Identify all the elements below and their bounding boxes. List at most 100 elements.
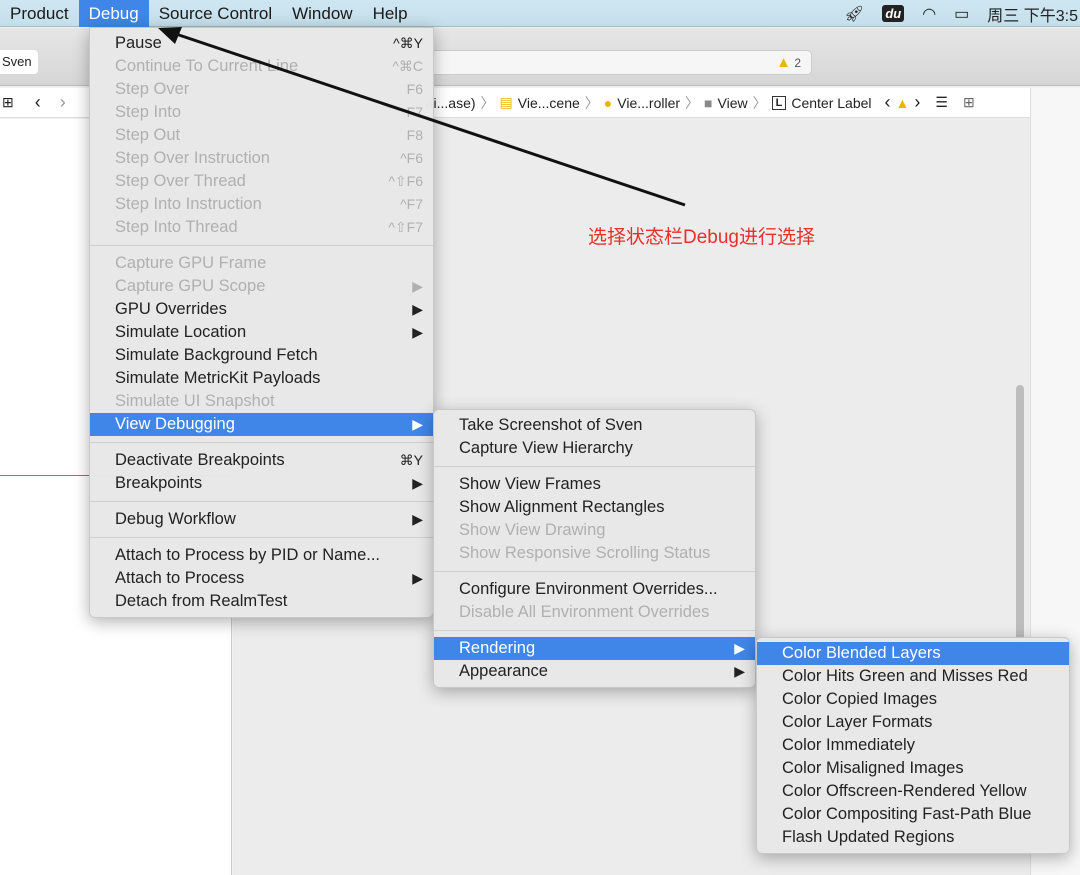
status-area: 🚀︎ du ◠ ▭ 周三 下午3:5 bbox=[844, 0, 1080, 27]
menu-source-control[interactable]: Source Control bbox=[149, 0, 282, 27]
menu-item[interactable]: Step Into Thread ^⇧F7 bbox=[90, 216, 433, 239]
shortcut: ^⇧F7 bbox=[388, 219, 423, 235]
crumb[interactable]: Vie...cene bbox=[518, 95, 580, 111]
menu-window[interactable]: Window bbox=[282, 0, 362, 27]
crumb[interactable]: Vie...roller bbox=[617, 95, 680, 111]
menu-debug[interactable]: Debug bbox=[78, 0, 149, 27]
menu-item-label: Color Misaligned Images bbox=[782, 759, 964, 777]
menu-item-label: Flash Updated Regions bbox=[782, 828, 955, 846]
menu-separator bbox=[90, 537, 433, 538]
menu-item-label: Color Copied Images bbox=[782, 690, 937, 708]
menu-product[interactable]: Product bbox=[0, 0, 79, 27]
menu-item[interactable]: Color Copied Images bbox=[757, 688, 1069, 711]
warning-indicator[interactable]: ▲ 2 bbox=[776, 54, 801, 71]
menu-help[interactable]: Help bbox=[363, 0, 418, 27]
menu-item-label: Step Into Instruction bbox=[115, 195, 262, 213]
menu-item[interactable]: Capture GPU Scope ▶ bbox=[90, 275, 433, 298]
menu-item-label: Capture GPU Scope bbox=[115, 277, 266, 295]
menu-item[interactable]: Attach to Process ▶ bbox=[90, 567, 433, 590]
prev-issue-icon[interactable]: ‹ bbox=[885, 92, 891, 113]
menu-item[interactable]: Continue To Current Line ^⌘C bbox=[90, 55, 433, 78]
menu-item[interactable]: Appearance ▶ bbox=[434, 660, 755, 683]
menu-item[interactable]: Configure Environment Overrides... bbox=[434, 578, 755, 601]
menu-separator bbox=[90, 501, 433, 502]
menu-item[interactable]: Rendering ▶ bbox=[434, 637, 755, 660]
add-editor-icon[interactable]: ⊞ bbox=[963, 94, 975, 111]
back-icon[interactable]: ‹ bbox=[35, 92, 41, 113]
menu-item-label: Show Responsive Scrolling Status bbox=[459, 544, 711, 562]
menu-item[interactable]: Debug Workflow ▶ bbox=[90, 508, 433, 531]
menu-item-label: Capture View Hierarchy bbox=[459, 439, 633, 457]
wifi-icon[interactable]: ◠ bbox=[922, 4, 936, 24]
chevron-right-icon: 〉 bbox=[584, 94, 599, 111]
clock[interactable]: 周三 下午3:5 bbox=[987, 2, 1078, 26]
menu-item-label: Attach to Process by PID or Name... bbox=[115, 546, 381, 564]
battery-icon[interactable]: ▭ bbox=[954, 4, 969, 24]
menu-item[interactable]: Deactivate Breakpoints ⌘Y bbox=[90, 449, 433, 472]
du-app-icon[interactable]: du bbox=[882, 5, 905, 22]
menu-item[interactable]: Color Immediately bbox=[757, 734, 1069, 757]
menu-item[interactable]: Simulate UI Snapshot bbox=[90, 390, 433, 413]
menu-item[interactable]: Simulate Location ▶ bbox=[90, 321, 433, 344]
menu-item[interactable]: Color Blended Layers bbox=[757, 642, 1069, 665]
menu-item[interactable]: Capture GPU Frame bbox=[90, 252, 433, 275]
menu-separator bbox=[90, 442, 433, 443]
editor-options-icon[interactable]: ☰ bbox=[935, 94, 948, 111]
menu-item[interactable]: Step Over Instruction ^F6 bbox=[90, 147, 433, 170]
forward-icon[interactable]: › bbox=[60, 92, 66, 113]
crumb[interactable]: View bbox=[718, 95, 748, 111]
menu-item[interactable]: Step Over F6 bbox=[90, 78, 433, 101]
menu-item-label: View Debugging bbox=[115, 415, 235, 433]
annotation-text: 选择状态栏Debug进行选择 bbox=[588, 227, 815, 248]
menu-item[interactable]: Disable All Environment Overrides bbox=[434, 601, 755, 624]
menu-item[interactable]: Show View Frames bbox=[434, 473, 755, 496]
rocket-icon[interactable]: 🚀︎ bbox=[844, 4, 864, 24]
menu-item[interactable]: Color Hits Green and Misses Red bbox=[757, 665, 1069, 688]
menu-item[interactable]: GPU Overrides ▶ bbox=[90, 298, 433, 321]
menu-item[interactable]: Capture View Hierarchy bbox=[434, 437, 755, 460]
menu-item[interactable]: Color Misaligned Images bbox=[757, 757, 1069, 780]
menu-item-label: GPU Overrides bbox=[115, 300, 227, 318]
crumb[interactable]: Center Label bbox=[791, 95, 871, 111]
menu-item-label: Disable All Environment Overrides bbox=[459, 603, 710, 621]
menu-separator bbox=[90, 245, 433, 246]
menu-item-label: Debug Workflow bbox=[115, 510, 236, 528]
menu-item-label: Pause bbox=[115, 34, 162, 52]
menu-item[interactable]: Breakpoints ▶ bbox=[90, 472, 433, 495]
submenu-arrow-icon: ▶ bbox=[412, 475, 423, 491]
menu-item-label: Show View Drawing bbox=[459, 521, 606, 539]
menu-item[interactable]: Step Into Instruction ^F7 bbox=[90, 193, 433, 216]
menu-item-label: Show Alignment Rectangles bbox=[459, 498, 665, 516]
view-controller-icon: ● bbox=[603, 94, 613, 111]
menu-item-label: Color Layer Formats bbox=[782, 713, 933, 731]
warning-icon[interactable]: ▲ bbox=[896, 95, 910, 111]
grid-icon[interactable]: ⊞ bbox=[2, 94, 14, 111]
menu-item[interactable]: View Debugging ▶ bbox=[90, 413, 433, 436]
shortcut: ^⇧F6 bbox=[388, 173, 423, 189]
next-issue-icon[interactable]: › bbox=[914, 92, 920, 113]
menu-item[interactable]: Simulate MetricKit Payloads bbox=[90, 367, 433, 390]
menu-item[interactable]: Step Out F8 bbox=[90, 124, 433, 147]
rendering-submenu: Color Blended Layers Color Hits Green and… bbox=[756, 637, 1070, 854]
menu-item[interactable]: Show Alignment Rectangles bbox=[434, 496, 755, 519]
menu-item[interactable]: Step Over Thread ^⇧F6 bbox=[90, 170, 433, 193]
menu-item[interactable]: Color Offscreen-Rendered Yellow bbox=[757, 780, 1069, 803]
menu-item[interactable]: Detach from RealmTest bbox=[90, 590, 433, 613]
menu-item[interactable]: Attach to Process by PID or Name... bbox=[90, 544, 433, 567]
menu-item[interactable]: Show View Drawing bbox=[434, 519, 755, 542]
submenu-arrow-icon: ▶ bbox=[412, 324, 423, 340]
submenu-arrow-icon: ▶ bbox=[412, 278, 423, 294]
menu-item[interactable]: Take Screenshot of Sven bbox=[434, 414, 755, 437]
menu-item-label: Step Over bbox=[115, 80, 190, 98]
scheme-selector[interactable]: Sven bbox=[0, 50, 38, 74]
menu-item-label: Color Compositing Fast-Path Blue bbox=[782, 805, 1032, 823]
menu-item[interactable]: Pause ^⌘Y bbox=[90, 32, 433, 55]
menu-item[interactable]: Step Into F7 bbox=[90, 101, 433, 124]
menu-item[interactable]: Flash Updated Regions bbox=[757, 826, 1069, 849]
menu-item[interactable]: Color Layer Formats bbox=[757, 711, 1069, 734]
menu-item[interactable]: Simulate Background Fetch bbox=[90, 344, 433, 367]
menu-item[interactable]: Show Responsive Scrolling Status bbox=[434, 542, 755, 565]
shortcut: F7 bbox=[406, 104, 423, 120]
menu-item[interactable]: Color Compositing Fast-Path Blue bbox=[757, 803, 1069, 826]
scrollbar[interactable] bbox=[1016, 385, 1024, 645]
